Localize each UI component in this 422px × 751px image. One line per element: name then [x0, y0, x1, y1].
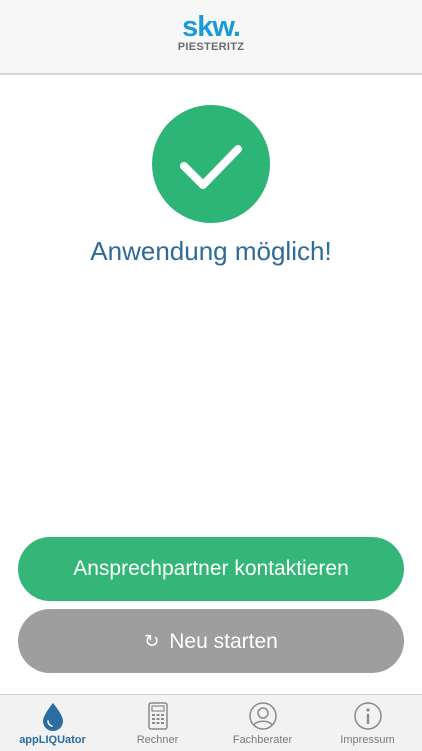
app-header: skw. PIESTERITZ [0, 0, 422, 75]
tab-rechner[interactable]: Rechner [105, 695, 210, 751]
droplet-icon [43, 703, 63, 731]
tab-label: Fachberater [232, 734, 293, 746]
success-checkmark-icon [152, 105, 270, 223]
tab-label: Rechner [136, 734, 179, 746]
calculator-icon [148, 702, 168, 730]
tab-appliquator[interactable]: appLIQUator [0, 695, 105, 751]
restart-button[interactable]: ↻ Neu starten [18, 609, 404, 673]
restart-icon: ↻ [144, 631, 160, 651]
tab-fachberater[interactable]: Fachberater [210, 695, 315, 751]
restart-label: Neu starten [169, 630, 278, 653]
tab-label: appLIQUator [19, 734, 86, 746]
contact-partner-button[interactable]: Ansprechpartner kontaktieren [18, 537, 404, 601]
result-status-text: Anwendung möglich! [90, 236, 332, 266]
tab-label: Impressum [340, 734, 395, 746]
logo-main-text: skw. [182, 11, 241, 43]
contact-partner-label: Ansprechpartner kontaktieren [73, 557, 349, 580]
skw-logo: skw. PIESTERITZ [0, 11, 422, 54]
person-icon [249, 702, 277, 730]
tab-impressum[interactable]: Impressum [315, 695, 420, 751]
bottom-tab-bar: appLIQUator Rechner Fachberater Impressu… [0, 694, 422, 751]
logo-sub-text: PIESTERITZ [177, 41, 245, 53]
info-icon [354, 702, 382, 730]
